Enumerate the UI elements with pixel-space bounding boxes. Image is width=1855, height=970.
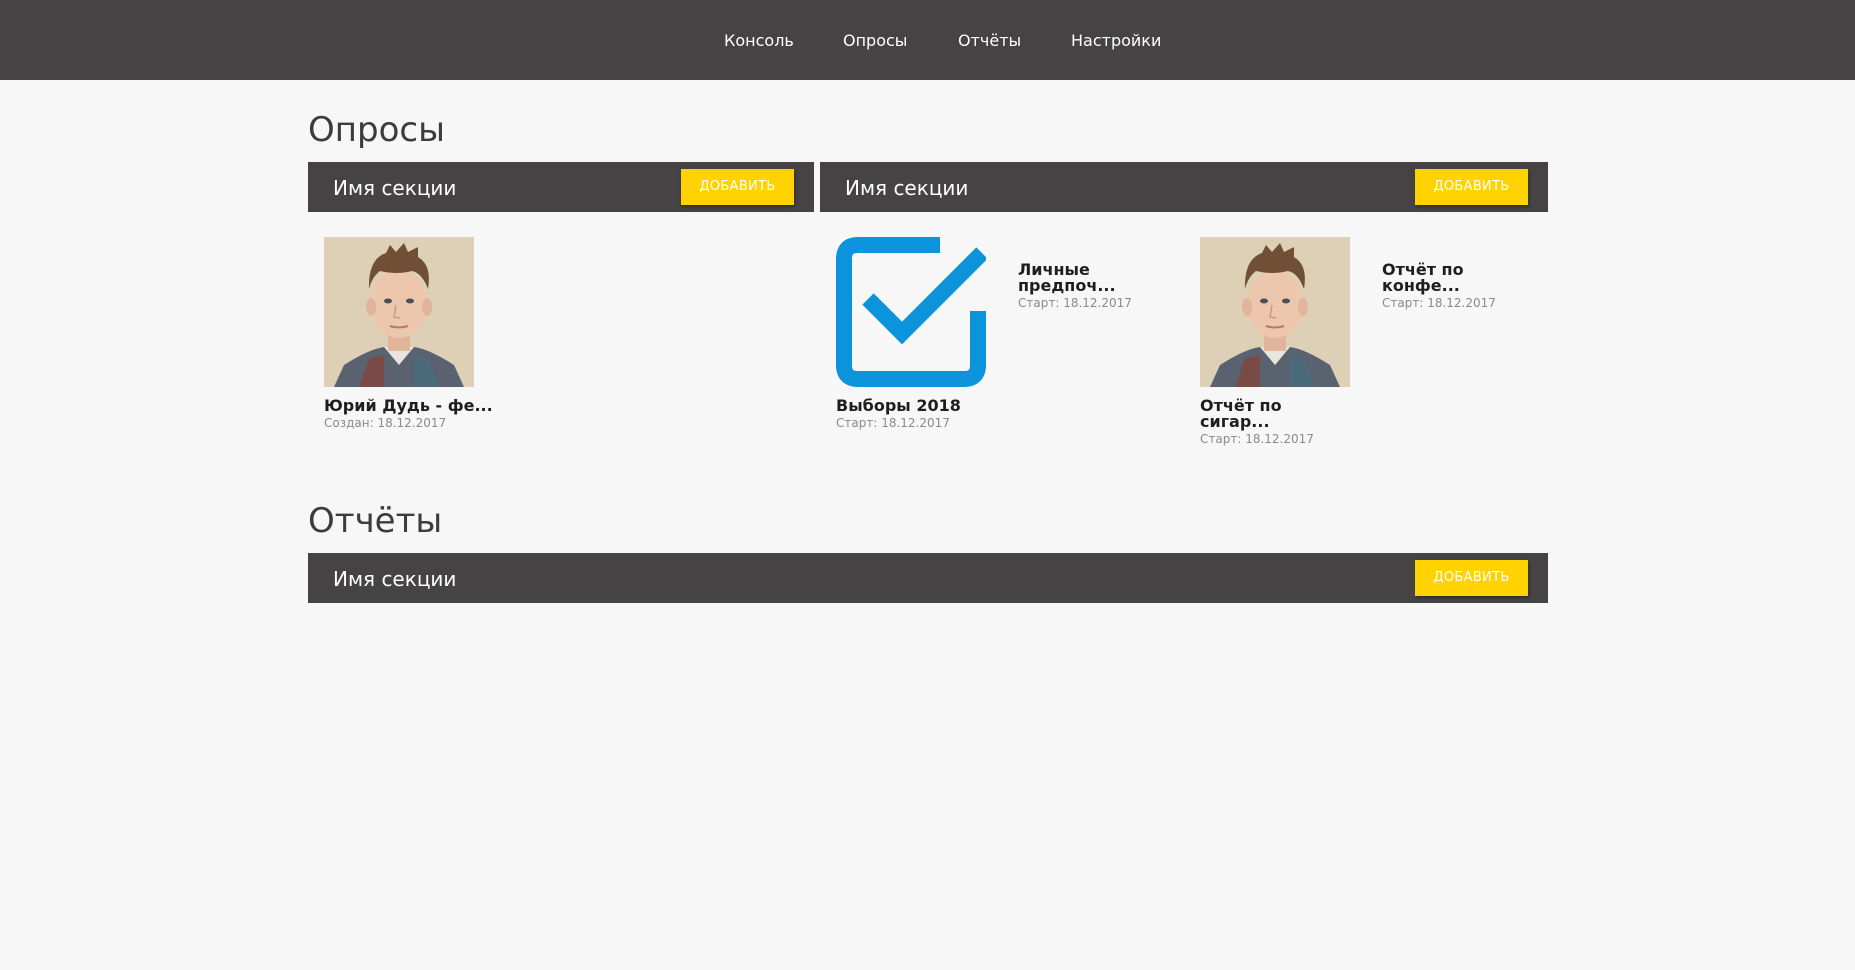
card-title[interactable]: Выборы 2018 [836, 398, 961, 414]
report-section-header: Имя секции ДОБАВИТЬ [308, 553, 1548, 603]
add-button[interactable]: ДОБАВИТЬ [1415, 169, 1528, 205]
add-button[interactable]: ДОБАВИТЬ [681, 169, 794, 205]
section-name: Имя секции [333, 567, 457, 591]
card-date: Старт: 18.12.2017 [1018, 296, 1132, 310]
portrait-photo-graphic [324, 237, 474, 387]
survey-section-header: Имя секции ДОБАВИТЬ [308, 162, 814, 212]
section-name: Имя секции [845, 176, 969, 200]
card-title[interactable]: Отчёт по конфе... [1382, 262, 1492, 294]
card-date: Создан: 18.12.2017 [324, 416, 447, 430]
checkbox-check-graphic [836, 237, 986, 387]
checkbox-check-icon[interactable] [836, 237, 986, 387]
portrait-photo-graphic [1200, 237, 1350, 387]
add-button[interactable]: ДОБАВИТЬ [1415, 560, 1528, 596]
card-title[interactable]: Юрий Дудь - фе... [324, 398, 514, 414]
survey-section-header: Имя секции ДОБАВИТЬ [820, 162, 1548, 212]
portrait-photo[interactable] [324, 237, 474, 387]
nav-item-console[interactable]: Консоль [724, 31, 794, 51]
section-name: Имя секции [333, 176, 457, 200]
card-date: Старт: 18.12.2017 [1200, 432, 1314, 446]
card-title[interactable]: Отчёт по сигар... [1200, 398, 1310, 430]
reports-heading: Отчёты [308, 501, 443, 541]
card-title[interactable]: Личные предпоч... [1018, 262, 1138, 294]
portrait-photo[interactable] [1200, 237, 1350, 387]
card-date: Старт: 18.12.2017 [836, 416, 950, 430]
nav-item-surveys[interactable]: Опросы [843, 31, 907, 51]
nav-item-settings[interactable]: Настройки [1071, 31, 1161, 51]
nav-item-reports[interactable]: Отчёты [958, 31, 1021, 51]
card-date: Старт: 18.12.2017 [1382, 296, 1496, 310]
top-nav-bar: Консоль Опросы Отчёты Настройки [0, 0, 1855, 80]
surveys-heading: Опросы [308, 110, 445, 150]
